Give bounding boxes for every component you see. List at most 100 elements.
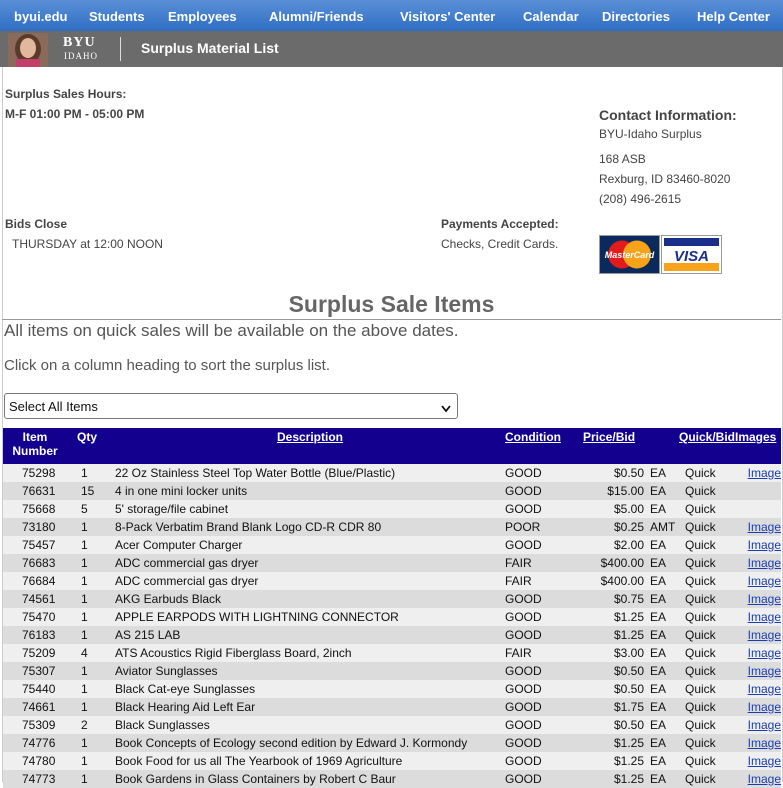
image-link[interactable]: Image (748, 520, 781, 534)
quick-bid: Quick (685, 574, 716, 588)
table-row: 76631 15 4 in one mini locker units GOOD $15… (3, 482, 781, 500)
condition: GOOD (505, 610, 542, 624)
image-cell: Image (735, 752, 781, 770)
col-description[interactable]: Description (115, 428, 505, 464)
image-cell (735, 500, 781, 518)
table-row: 74776 1 Book Concepts of Ecology second ed… (3, 734, 781, 752)
nav-alumni[interactable]: Alumni/Friends (269, 9, 364, 24)
price: $0.50 (613, 682, 644, 696)
image-link[interactable]: Image (748, 700, 781, 714)
unit: AMT (650, 520, 675, 534)
image-cell: Image (735, 608, 781, 626)
col-images[interactable]: Images (735, 428, 781, 464)
image-link[interactable]: Image (748, 718, 781, 732)
condition: FAIR (505, 646, 532, 660)
col-condition[interactable]: Condition (505, 428, 583, 464)
table-row: 75668 5 5' storage/file cabinet GOOD $5.00 EA… (3, 500, 781, 518)
image-link[interactable]: Image (748, 574, 781, 588)
description: 5' storage/file cabinet (115, 502, 229, 516)
nav-directories[interactable]: Directories (602, 9, 670, 24)
condition: GOOD (505, 664, 542, 678)
item-number: 74661 (22, 700, 56, 714)
divider (2, 319, 781, 320)
price: $1.25 (613, 772, 644, 786)
nav-byui[interactable]: byui.edu (14, 9, 67, 24)
unit: EA (650, 700, 667, 714)
col-price[interactable]: Price/Bid (583, 428, 650, 464)
quick-bid: Quick (685, 700, 716, 714)
image-link[interactable]: Image (748, 682, 781, 696)
image-cell: Image (735, 734, 781, 752)
condition: GOOD (505, 754, 542, 768)
item-number: 75309 (22, 718, 56, 732)
image-link[interactable]: Image (748, 646, 781, 660)
nav-employees[interactable]: Employees (168, 9, 237, 24)
condition: GOOD (505, 592, 542, 606)
nav-visitors[interactable]: Visitors' Center (400, 9, 495, 24)
description: Black Cat-eye Sunglasses (115, 682, 256, 696)
description: 4 in one mini locker units (115, 484, 248, 498)
quick-bid: Quick (685, 466, 716, 480)
image-link[interactable]: Image (748, 664, 781, 678)
image-link[interactable]: Image (748, 610, 781, 624)
item-number: 74773 (22, 772, 56, 786)
image-link[interactable]: Image (748, 754, 781, 768)
qty: 1 (81, 700, 88, 714)
image-cell: Image (735, 644, 781, 662)
logo-idaho: IDAHO (64, 51, 98, 61)
quick-bid: Quick (685, 556, 716, 570)
item-filter-select[interactable]: Select All Items (4, 393, 458, 419)
item-number: 73180 (22, 520, 56, 534)
page-title: Surplus Material List (141, 40, 279, 56)
hours-value: M-F 01:00 PM - 05:00 PM (5, 107, 145, 121)
visa-icon: VISA (661, 235, 722, 274)
quick-bid: Quick (685, 682, 716, 696)
table-row: 75457 1 Acer Computer Charger GOOD $2.00 EA Qu… (3, 536, 781, 554)
item-number: 75440 (22, 682, 56, 696)
nav-calendar[interactable]: Calendar (523, 9, 579, 24)
col-qty[interactable]: Qty (67, 428, 115, 464)
description: ATS Acoustics Rigid Fiberglass Board, 2i… (115, 646, 352, 660)
qty: 1 (81, 466, 88, 480)
image-link[interactable]: Image (748, 772, 781, 786)
image-link[interactable]: Image (748, 592, 781, 606)
quick-bid: Quick (685, 646, 716, 660)
image-link[interactable]: Image (748, 556, 781, 570)
price: $1.25 (613, 610, 644, 624)
contact-title: Contact Information: (599, 107, 737, 123)
item-number: 76183 (22, 628, 56, 642)
unit: EA (650, 592, 667, 606)
image-link[interactable]: Image (748, 538, 781, 552)
chevron-down-icon (441, 401, 451, 416)
description: Black Hearing Aid Left Ear (115, 700, 256, 714)
image-link[interactable]: Image (748, 736, 781, 750)
qty: 1 (81, 754, 88, 768)
nav-help[interactable]: Help Center (697, 9, 770, 24)
col-unit (650, 428, 675, 464)
description: AS 215 LAB (115, 628, 181, 642)
table-row: 76684 1 ADC commercial gas dryer FAIR $400.0… (3, 572, 781, 590)
price: $400.00 (600, 574, 644, 588)
contact-line: 168 ASB (599, 152, 646, 166)
qty: 1 (81, 772, 88, 786)
table-header: Item Number Qty Description Condition Pr… (3, 428, 781, 464)
col-item-number[interactable]: Item Number (3, 428, 67, 464)
item-number: 74780 (22, 754, 56, 768)
qty: 4 (81, 646, 88, 660)
unit: EA (650, 736, 667, 750)
condition: GOOD (505, 484, 542, 498)
image-link[interactable]: Image (748, 466, 781, 480)
description: Black Sunglasses (115, 718, 210, 732)
item-number: 76631 (22, 484, 56, 498)
unit: EA (650, 646, 667, 660)
logo-byu[interactable]: BYU (63, 35, 96, 51)
hours-label: Surplus Sales Hours: (5, 87, 127, 101)
image-link[interactable]: Image (748, 628, 781, 642)
col-quick-bid[interactable]: Quick/Bid (675, 428, 735, 464)
condition: GOOD (505, 682, 542, 696)
nav-students[interactable]: Students (89, 9, 145, 24)
quick-bid: Quick (685, 664, 716, 678)
unit: EA (650, 754, 667, 768)
contact-line: Rexburg, ID 83460-8020 (599, 172, 731, 186)
info-sort: Click on a column heading to sort the su… (4, 357, 330, 374)
